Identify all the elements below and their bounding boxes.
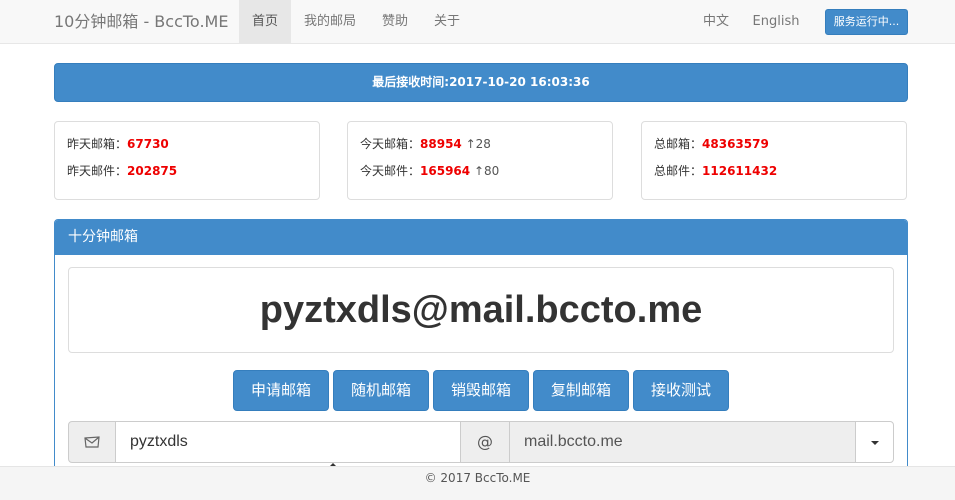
lang-english-link[interactable]: English [744,0,808,44]
domain-dropdown-button[interactable] [855,421,894,463]
random-mailbox-button[interactable]: 随机邮箱 [333,370,429,411]
stat-delta: ↑80 [473,164,500,178]
stat-label: 今天邮箱： [360,137,421,151]
envelope-icon [68,421,116,463]
footer: © 2017 BccTo.ME [0,466,955,500]
panel-heading: 十分钟邮箱 [55,220,907,255]
username-input[interactable]: pyztxdls [115,421,461,463]
stats-total-panel: 总邮箱：48363579 总邮件：112611432 [641,121,907,200]
stat-value: 112611432 [702,164,778,178]
domain-select[interactable]: mail.bccto.me [509,421,856,463]
destroy-mailbox-button[interactable]: 销毁邮箱 [433,370,529,411]
brand-logo[interactable]: 10分钟邮箱 - BccTo.ME [54,0,228,44]
stat-value: 48363579 [702,137,769,151]
yesterday-mail-stat: 昨天邮件：202875 [67,162,177,179]
last-receive-banner: 最后接收时间:2017-10-20 16:03:36 [54,63,908,102]
stat-value: 88954 [420,137,462,151]
nav-home[interactable]: 首页 [239,0,291,44]
action-button-row: 申请邮箱 随机邮箱 销毁邮箱 复制邮箱 接收测试 [55,370,907,411]
today-mailbox-stat: 今天邮箱：88954 ↑28 [360,135,491,152]
total-mailbox-stat: 总邮箱：48363579 [654,135,769,152]
stat-label: 总邮箱： [654,137,703,151]
stat-label: 今天邮件： [360,164,421,178]
stats-yesterday-panel: 昨天邮箱：67730 昨天邮件：202875 [54,121,320,200]
mailbox-panel: 十分钟邮箱 pyztxdls@mail.bccto.me 申请邮箱 随机邮箱 销… [54,219,908,479]
nav-sponsor[interactable]: 赞助 [369,0,421,44]
mailbox-input-group: pyztxdls @ mail.bccto.me [68,421,894,463]
navbar: 10分钟邮箱 - BccTo.ME 首页 我的邮局 赞助 关于 中文 Engli… [0,0,955,44]
apply-mailbox-button[interactable]: 申请邮箱 [233,370,329,411]
lang-chinese-link[interactable]: 中文 [694,0,738,44]
today-mail-stat: 今天邮件：165964 ↑80 [360,162,499,179]
copyright-text: © 2017 BccTo.ME [424,471,531,485]
mail-address-display[interactable]: pyztxdls@mail.bccto.me [68,267,894,353]
copy-mailbox-button[interactable]: 复制邮箱 [533,370,629,411]
total-mail-stat: 总邮件：112611432 [654,162,777,179]
stat-label: 总邮件： [654,164,703,178]
nav-about[interactable]: 关于 [421,0,473,44]
at-sign-addon: @ [460,421,510,463]
stat-value: 67730 [127,137,169,151]
stat-label: 昨天邮箱： [67,137,128,151]
nav-my-mailbox[interactable]: 我的邮局 [291,0,369,44]
receive-test-button[interactable]: 接收测试 [633,370,729,411]
stat-value: 202875 [127,164,178,178]
stat-label: 昨天邮件： [67,164,128,178]
service-status-button[interactable]: 服务运行中... [825,9,908,35]
stats-today-panel: 今天邮箱：88954 ↑28 今天邮件：165964 ↑80 [347,121,613,200]
stat-value: 165964 [420,164,471,178]
yesterday-mailbox-stat: 昨天邮箱：67730 [67,135,169,152]
stat-delta: ↑28 [465,137,491,151]
chevron-down-icon [871,441,879,445]
